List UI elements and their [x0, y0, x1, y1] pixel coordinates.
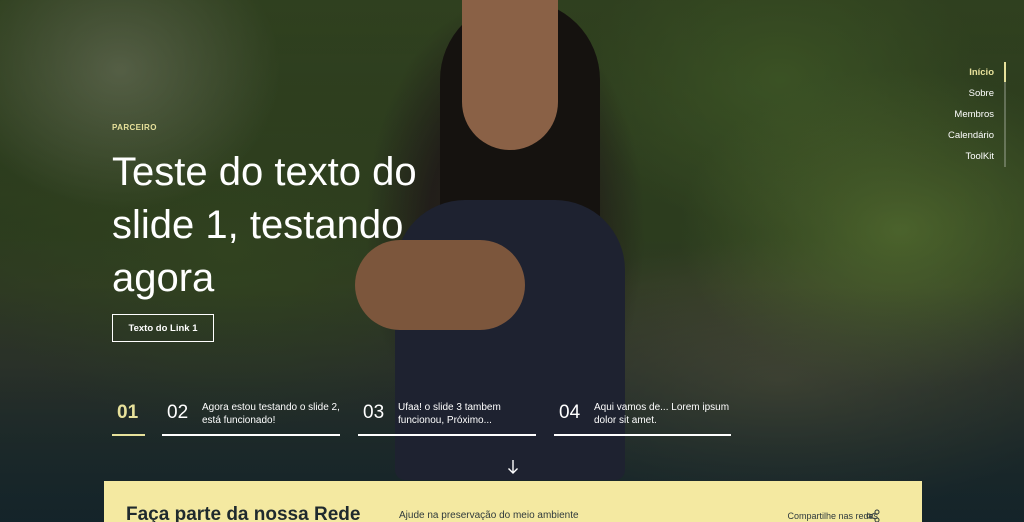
banner-title: Faça parte da nossa Rede: [126, 504, 361, 522]
arrow-down-icon[interactable]: [506, 458, 520, 476]
nav-item-sobre[interactable]: Sobre: [896, 83, 1006, 104]
slide-headline: Teste do texto do slide 1, testando agor…: [112, 150, 417, 300]
slide-tab-text: Agora estou testando o slide 2, está fun…: [202, 402, 340, 426]
slide-number: 04: [559, 402, 581, 423]
join-network-banner: Faça parte da nossa Rede Ajude na preser…: [104, 481, 922, 522]
slide-tab-04[interactable]: 04 Aqui vamos de... Lorem ipsum dolor si…: [554, 396, 731, 436]
slide-tab-03[interactable]: 03 Ufaa! o slide 3 tambem funcionou, Pró…: [358, 396, 536, 436]
slide-tab-underline: [554, 434, 731, 436]
slide-tab-01[interactable]: 01: [112, 396, 145, 436]
slide-tab-02[interactable]: 02 Agora estou testando o slide 2, está …: [162, 396, 340, 436]
slide-category-label: PARCEIRO: [112, 123, 157, 132]
hero-content: PARCEIRO Teste do texto do slide 1, test…: [0, 0, 1024, 522]
nav-progress-indicator: [1004, 62, 1006, 82]
banner-subtitle: Ajude na preservação do meio ambiente: [399, 510, 579, 521]
slide-number: 02: [167, 402, 189, 423]
slide-tab-text: Ufaa! o slide 3 tambem funcionou, Próxim…: [398, 402, 501, 426]
nav-item-calendario[interactable]: Calendário: [896, 125, 1006, 146]
nav-item-inicio[interactable]: Início: [896, 62, 1006, 83]
share-link[interactable]: Compartilhe nas redes: [787, 511, 878, 521]
slide-number: 03: [363, 402, 385, 423]
slide-tab-text: Aqui vamos de... Lorem ipsum dolor sit a…: [594, 402, 730, 426]
share-icon[interactable]: [866, 509, 880, 522]
side-navigation: Início Sobre Membros Calendário ToolKit: [896, 62, 1006, 167]
slide-tab-underline: [358, 434, 536, 436]
nav-item-toolkit[interactable]: ToolKit: [896, 146, 1006, 167]
nav-item-membros[interactable]: Membros: [896, 104, 1006, 125]
slide-tab-underline: [112, 434, 145, 436]
slide-number: 01: [117, 402, 139, 423]
slide-link-button[interactable]: Texto do Link 1: [112, 314, 214, 342]
slide-tab-underline: [162, 434, 340, 436]
